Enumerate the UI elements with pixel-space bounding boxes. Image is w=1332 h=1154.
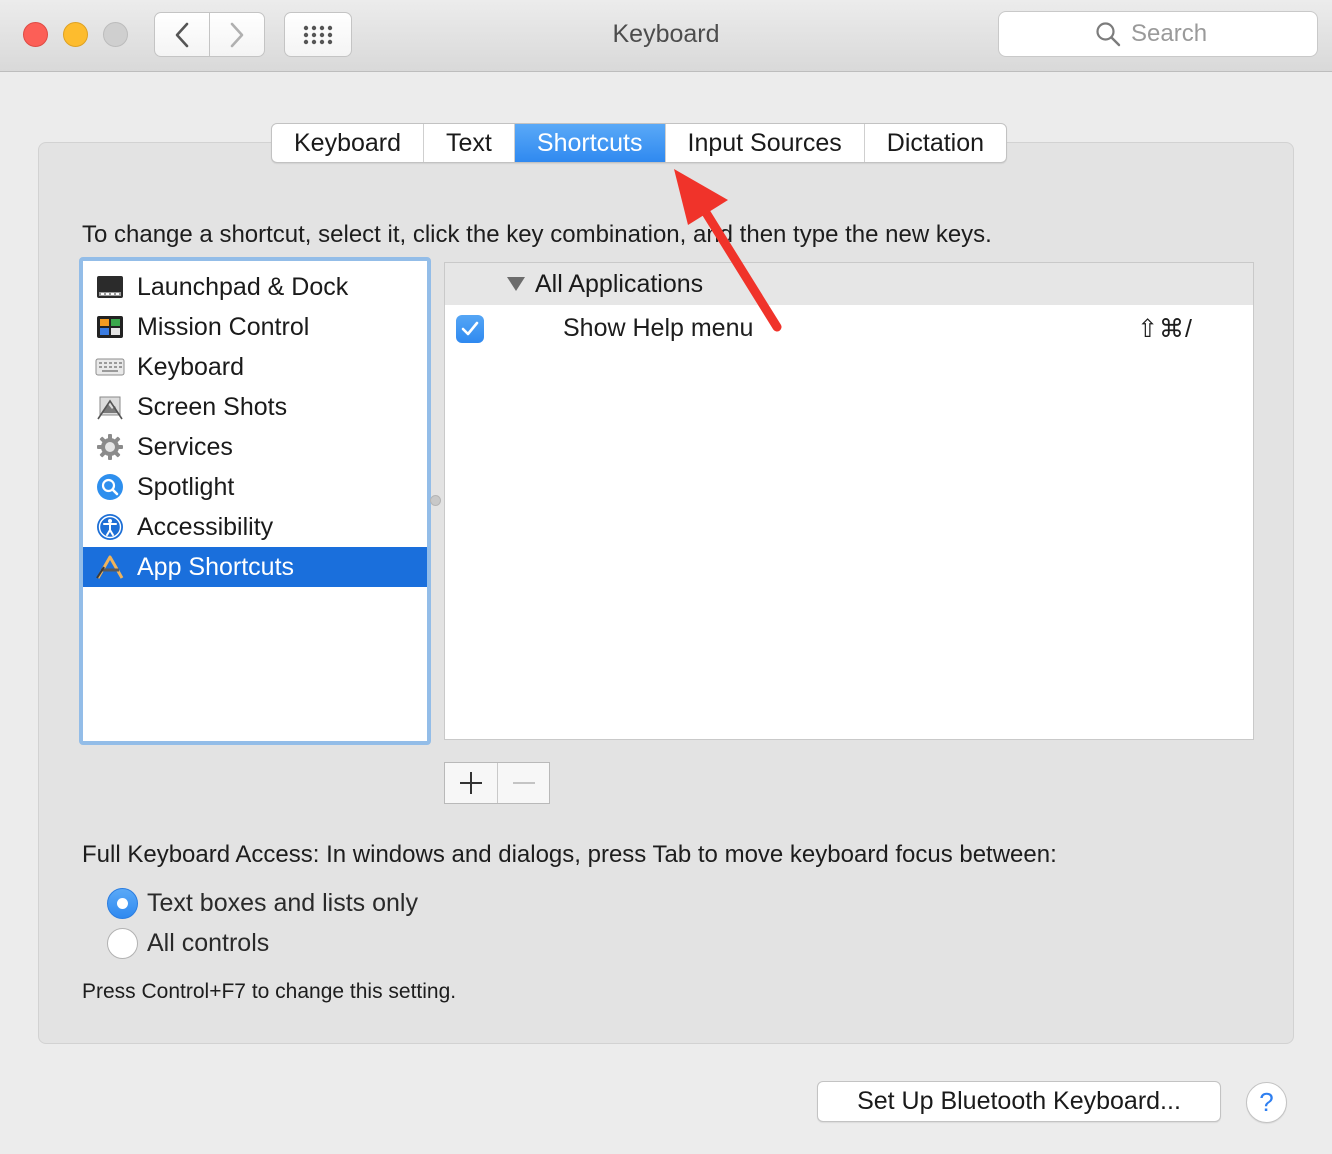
shortcut-row[interactable]: Show Help menu ⇧⌘/ <box>445 305 1253 351</box>
gear-icon <box>95 432 125 462</box>
launchpad-dock-icon <box>95 272 125 302</box>
shortcuts-table[interactable]: All Applications Show Help menu ⇧⌘/ <box>444 262 1254 740</box>
category-label: Screen Shots <box>137 392 288 421</box>
radio-text-boxes-lists[interactable]: Text boxes and lists only <box>107 888 418 919</box>
search-input[interactable] <box>1131 20 1221 48</box>
shortcut-label: Show Help menu <box>563 314 754 342</box>
radio-button-selected[interactable] <box>107 888 138 919</box>
disclosure-triangle-icon[interactable] <box>507 277 525 291</box>
app-store-icon <box>95 552 125 582</box>
category-spotlight[interactable]: Spotlight <box>83 467 427 507</box>
category-label: Services <box>137 432 233 461</box>
category-app-shortcuts[interactable]: App Shortcuts <box>83 547 427 587</box>
category-accessibility[interactable]: Accessibility <box>83 507 427 547</box>
category-label: Spotlight <box>137 472 235 501</box>
mission-control-icon <box>95 312 125 342</box>
remove-shortcut-button[interactable] <box>497 763 549 803</box>
category-keyboard[interactable]: Keyboard <box>83 347 427 387</box>
add-shortcut-button[interactable] <box>445 763 497 803</box>
category-label: Launchpad & Dock <box>137 272 349 301</box>
category-launchpad-dock[interactable]: Launchpad & Dock <box>83 267 427 307</box>
category-services[interactable]: Services <box>83 427 427 467</box>
keyboard-icon <box>95 352 125 382</box>
radio-all-controls[interactable]: All controls <box>107 928 269 959</box>
radio-button[interactable] <box>107 928 138 959</box>
full-keyboard-access-label: Full Keyboard Access: In windows and dia… <box>82 841 1057 868</box>
checkmark-icon <box>461 321 479 336</box>
radio-label: All controls <box>147 929 270 957</box>
group-row-all-applications[interactable]: All Applications <box>445 263 1253 305</box>
tab-shortcuts[interactable]: Shortcuts <box>514 124 666 162</box>
keyboard-access-hint: Press Control+F7 to change this setting. <box>82 980 457 1003</box>
add-remove-control <box>444 762 550 804</box>
plus-icon <box>460 772 482 794</box>
tab-dictation[interactable]: Dictation <box>865 124 1006 162</box>
accessibility-icon <box>95 512 125 542</box>
shortcut-key-combination[interactable]: ⇧⌘/ <box>1137 314 1193 344</box>
category-label: Accessibility <box>137 512 274 541</box>
group-label: All Applications <box>535 269 704 298</box>
category-label: App Shortcuts <box>137 552 295 581</box>
category-label: Mission Control <box>137 312 310 341</box>
screenshot-icon <box>95 392 125 422</box>
category-screen-shots[interactable]: Screen Shots <box>83 387 427 427</box>
shortcut-enabled-checkbox[interactable] <box>456 315 484 343</box>
tab-keyboard[interactable]: Keyboard <box>272 124 425 162</box>
help-button[interactable]: ? <box>1246 1082 1287 1123</box>
radio-label: Text boxes and lists only <box>147 889 418 917</box>
tab-input-sources[interactable]: Input Sources <box>666 124 865 162</box>
search-icon <box>1096 22 1121 47</box>
set-up-bluetooth-keyboard-button[interactable]: Set Up Bluetooth Keyboard... <box>817 1081 1221 1122</box>
spotlight-icon <box>95 472 125 502</box>
shortcut-category-list[interactable]: Launchpad & Dock Mission Control Keyboar… <box>79 257 431 745</box>
instructions-text: To change a shortcut, select it, click t… <box>82 221 992 248</box>
tab-text[interactable]: Text <box>424 124 515 162</box>
split-view-divider[interactable] <box>430 495 441 506</box>
search-field[interactable] <box>998 11 1318 57</box>
category-label: Keyboard <box>137 352 245 381</box>
minus-icon <box>512 782 535 784</box>
category-mission-control[interactable]: Mission Control <box>83 307 427 347</box>
title-bar: Keyboard <box>0 0 1332 72</box>
tab-bar: Keyboard Text Shortcuts Input Sources Di… <box>271 123 1008 163</box>
